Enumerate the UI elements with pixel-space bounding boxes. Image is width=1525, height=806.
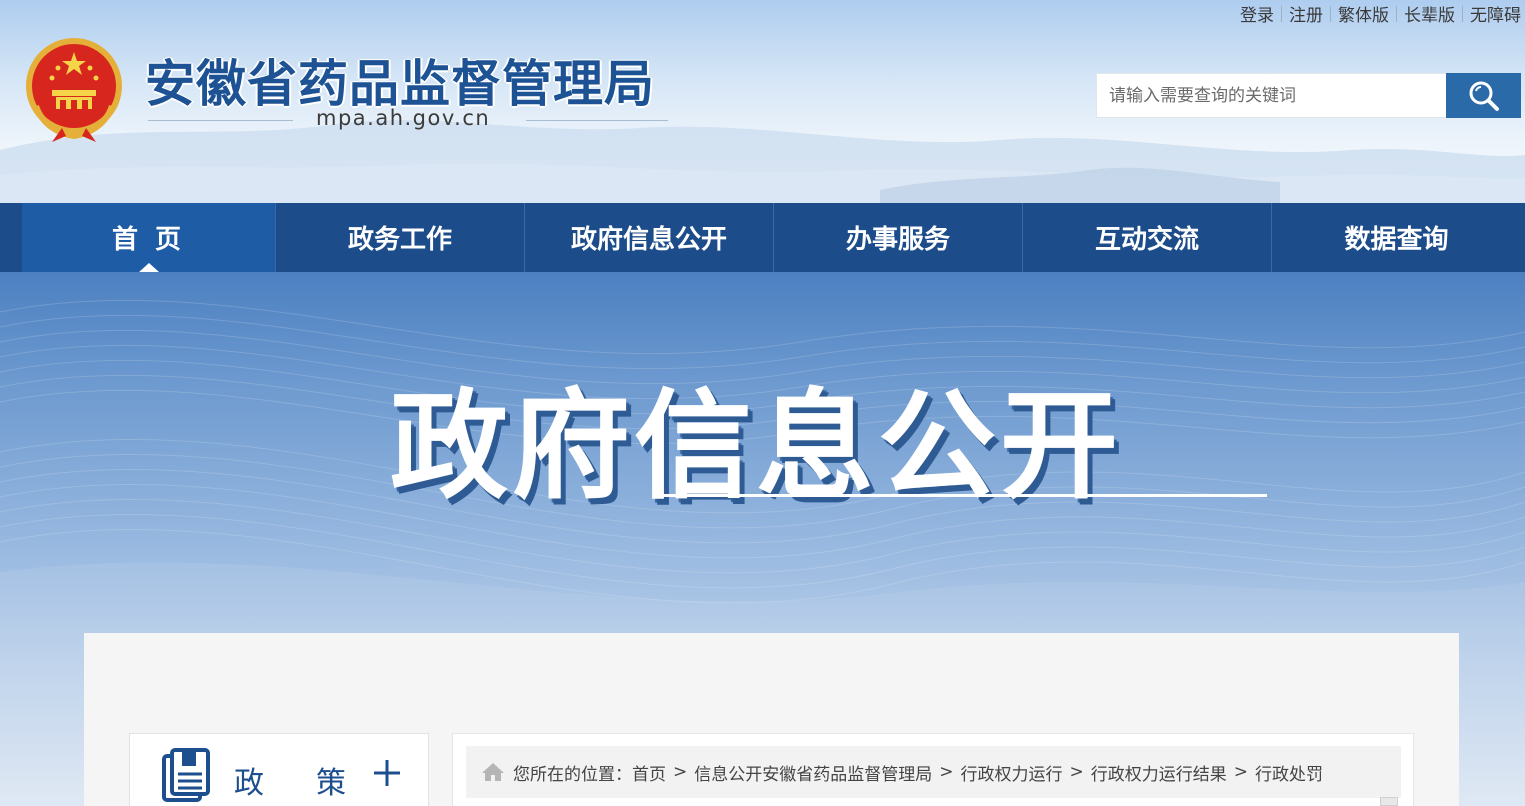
nav-item-data-query[interactable]: 数据查询 <box>1272 203 1521 272</box>
nav-item-services[interactable]: 办事服务 <box>774 203 1023 272</box>
plus-icon[interactable] <box>372 758 402 788</box>
document-list-icon <box>162 748 210 802</box>
top-links: 登录 注册 繁体版 长辈版 无障碍 <box>1240 1 1521 26</box>
national-emblem-icon[interactable] <box>22 36 126 144</box>
main-content-box: 您所在的位置： 首页 > 信息公开安徽省药品监督管理局 > 行政权力运行 > 行… <box>452 733 1414 806</box>
main-nav: 首 页 政务工作 政府信息公开 办事服务 互动交流 数据查询 <box>0 203 1525 272</box>
search-input[interactable] <box>1096 73 1446 118</box>
search-button[interactable] <box>1446 73 1521 118</box>
search-icon <box>1469 81 1499 111</box>
breadcrumb-link-penalties[interactable]: 行政处罚 <box>1255 760 1323 785</box>
breadcrumb-link-info-disclosure[interactable]: 信息公开安徽省药品监督管理局 <box>694 760 932 785</box>
breadcrumb-separator: > <box>1233 762 1248 782</box>
accessibility-link[interactable]: 无障碍 <box>1470 1 1521 26</box>
divider <box>148 120 293 121</box>
search-bar <box>1096 73 1521 118</box>
nav-item-interaction[interactable]: 互动交流 <box>1023 203 1272 272</box>
breadcrumb-separator: > <box>939 762 954 782</box>
breadcrumb-link-admin-power[interactable]: 行政权力运行 <box>961 760 1063 785</box>
breadcrumb-separator: > <box>673 762 688 782</box>
divider <box>1281 5 1282 22</box>
breadcrumb-separator: > <box>1069 762 1084 782</box>
nav-item-home[interactable]: 首 页 <box>22 203 276 272</box>
sidebar-policy-box[interactable]: 政策 <box>129 733 429 806</box>
register-link[interactable]: 注册 <box>1289 1 1323 26</box>
traditional-chinese-link[interactable]: 繁体版 <box>1338 1 1389 26</box>
banner-underline <box>657 494 1267 497</box>
breadcrumb-link-home[interactable]: 首页 <box>632 760 666 785</box>
scrollbar-handle[interactable] <box>1380 797 1398 806</box>
site-domain: mpa.ah.gov.cn <box>316 106 491 130</box>
breadcrumb-prefix: 您所在的位置： <box>513 764 632 785</box>
login-link[interactable]: 登录 <box>1240 1 1274 26</box>
breadcrumb-link-admin-results[interactable]: 行政权力运行结果 <box>1091 760 1227 785</box>
divider <box>1462 5 1463 22</box>
elderly-mode-link[interactable]: 长辈版 <box>1404 1 1455 26</box>
breadcrumb: 您所在的位置： 首页 > 信息公开安徽省药品监督管理局 > 行政权力运行 > 行… <box>466 746 1401 798</box>
divider <box>526 120 668 121</box>
divider <box>1330 5 1331 22</box>
site-header: 登录 注册 繁体版 长辈版 无障碍 安徽省药品监督管理局 mpa.ah.gov.… <box>0 0 1525 203</box>
divider <box>1396 5 1397 22</box>
nav-item-information-disclosure[interactable]: 政府信息公开 <box>525 203 774 272</box>
nav-item-government-affairs[interactable]: 政务工作 <box>276 203 525 272</box>
home-icon <box>482 763 504 781</box>
